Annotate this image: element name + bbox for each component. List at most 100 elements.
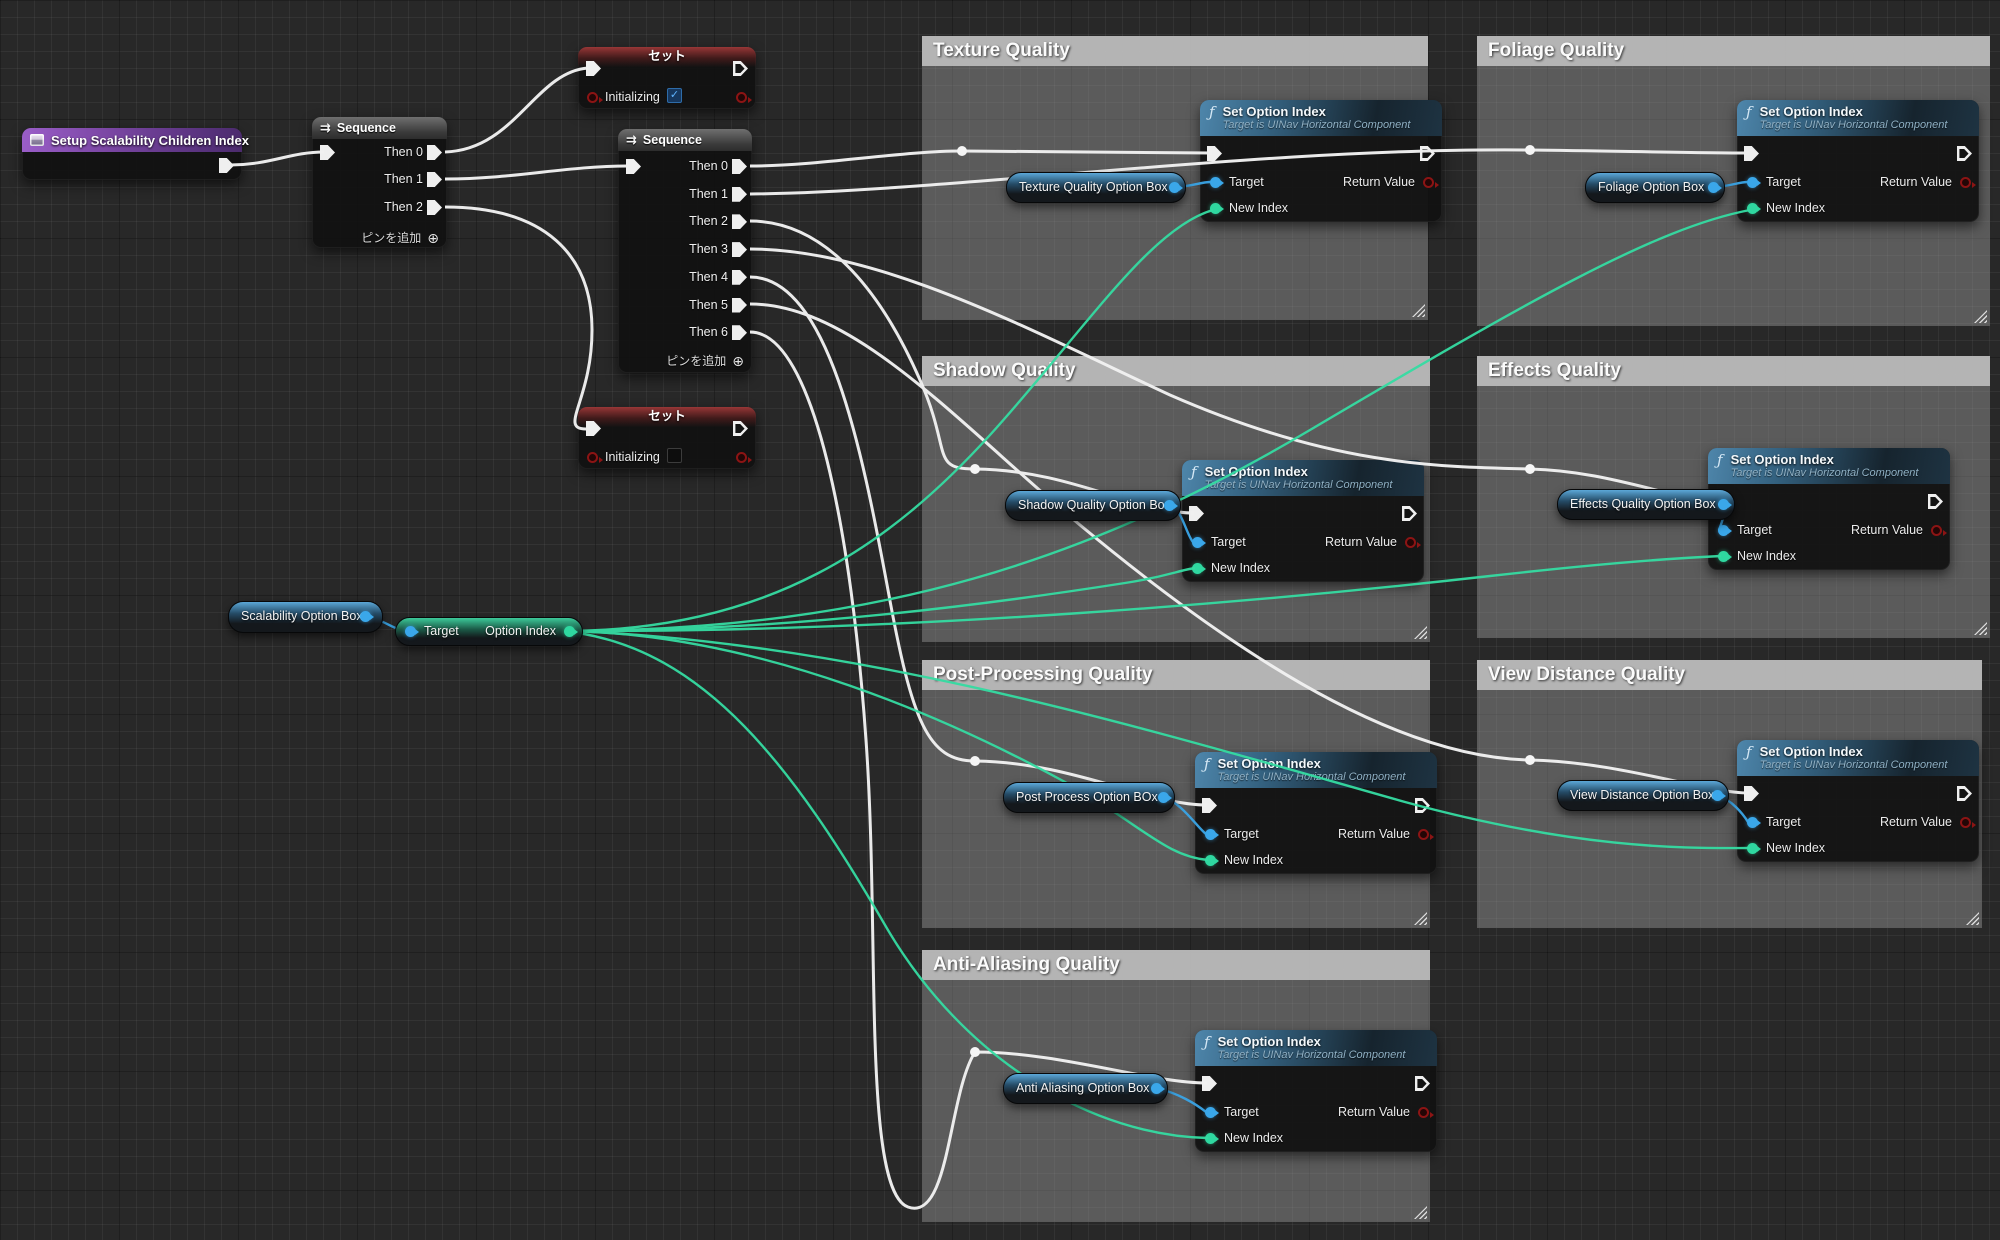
getter-shadow-quality-option-box[interactable]: Shadow Quality Option Box bbox=[1005, 490, 1181, 521]
return-value-pin[interactable] bbox=[1960, 817, 1971, 828]
bool-out-pin[interactable] bbox=[736, 92, 747, 103]
exec-out-pin[interactable] bbox=[1957, 146, 1972, 161]
object-out-pin[interactable] bbox=[1708, 182, 1719, 193]
object-out-pin[interactable] bbox=[1712, 790, 1723, 801]
target-in-pin[interactable] bbox=[1718, 525, 1729, 536]
initializing-checkbox[interactable]: ✓ bbox=[667, 88, 682, 103]
exec-in-pin[interactable] bbox=[1202, 1076, 1217, 1091]
return-value-pin[interactable] bbox=[1418, 1107, 1429, 1118]
new-index-in-pin[interactable] bbox=[1205, 855, 1216, 866]
exec-in-pin[interactable] bbox=[1207, 146, 1222, 161]
object-out-pin[interactable] bbox=[1158, 792, 1169, 803]
target-in-pin[interactable] bbox=[1747, 177, 1758, 188]
getter-foliage-option-box[interactable]: Foliage Option Box bbox=[1585, 172, 1725, 203]
exec-out-pin-then4[interactable] bbox=[732, 270, 747, 285]
resize-handle-icon[interactable] bbox=[1966, 912, 1979, 925]
return-value-pin[interactable] bbox=[1423, 177, 1434, 188]
comment-title[interactable]: Post-Processing Quality bbox=[922, 660, 1430, 690]
exec-in-pin[interactable] bbox=[1189, 506, 1204, 521]
return-value-pin[interactable] bbox=[1960, 177, 1971, 188]
comment-title[interactable]: Effects Quality bbox=[1477, 356, 1990, 386]
set-option-index-node-shadow[interactable]: ƒ Set Option Index Target is UINav Horiz… bbox=[1182, 460, 1424, 582]
exec-out-pin[interactable] bbox=[1420, 146, 1435, 161]
getter-anti-aliasing-option-box[interactable]: Anti Aliasing Option Box bbox=[1003, 1073, 1168, 1104]
exec-out-pin-then1[interactable] bbox=[427, 172, 442, 187]
object-out-pin[interactable] bbox=[1169, 182, 1180, 193]
exec-out-pin[interactable] bbox=[1415, 798, 1430, 813]
comment-title[interactable]: Anti-Aliasing Quality bbox=[922, 950, 1430, 980]
sequence-node-large[interactable]: ⇉ Sequence Then 0 Then 1 Then 2 Then 3 T… bbox=[618, 129, 752, 373]
getter-scalability-option-box[interactable]: Scalability Option Box bbox=[228, 601, 383, 633]
exec-in-pin[interactable] bbox=[1744, 146, 1759, 161]
target-in-pin[interactable] bbox=[1205, 1107, 1216, 1118]
target-in-pin[interactable] bbox=[1210, 177, 1221, 188]
resize-handle-icon[interactable] bbox=[1414, 1206, 1427, 1219]
exec-in-pin[interactable] bbox=[1744, 786, 1759, 801]
exec-out-pin-then5[interactable] bbox=[732, 298, 747, 313]
sequence-node-small[interactable]: ⇉ Sequence Then 0 Then 1 Then 2 ピンを追加 ⊕ bbox=[312, 117, 447, 248]
return-value-pin[interactable] bbox=[1405, 537, 1416, 548]
set-option-index-node-anti-aliasing[interactable]: ƒ Set Option Index Target is UINav Horiz… bbox=[1195, 1030, 1437, 1152]
add-pin-button[interactable]: ピンを追加 ⊕ bbox=[666, 352, 744, 369]
new-index-in-pin[interactable] bbox=[1747, 843, 1758, 854]
exec-out-pin-then2[interactable] bbox=[427, 200, 442, 215]
exec-out-pin-then0[interactable] bbox=[427, 145, 442, 160]
object-out-pin[interactable] bbox=[1164, 500, 1175, 511]
set-option-index-node-post-processing[interactable]: ƒ Set Option Index Target is UINav Horiz… bbox=[1195, 752, 1437, 874]
exec-in-pin[interactable] bbox=[626, 159, 641, 174]
comment-title[interactable]: View Distance Quality bbox=[1477, 660, 1982, 690]
exec-out-pin-then1[interactable] bbox=[732, 187, 747, 202]
exec-in-pin[interactable] bbox=[1202, 798, 1217, 813]
object-out-pin[interactable] bbox=[1151, 1083, 1162, 1094]
bool-in-pin[interactable] bbox=[587, 452, 598, 463]
exec-out-pin-then6[interactable] bbox=[732, 325, 747, 340]
return-value-pin[interactable] bbox=[1418, 829, 1429, 840]
set-node-initializing-false[interactable]: セット Initializing bbox=[578, 407, 756, 469]
exec-out-pin-then0[interactable] bbox=[732, 159, 747, 174]
comment-title[interactable]: Shadow Quality bbox=[922, 356, 1430, 386]
target-in-pin[interactable] bbox=[1747, 817, 1758, 828]
getter-effects-quality-option-box[interactable]: Effects Quality Option Box bbox=[1557, 489, 1735, 520]
bool-in-pin[interactable] bbox=[587, 92, 598, 103]
getter-post-process-option-box[interactable]: Post Process Option BOx bbox=[1003, 782, 1175, 813]
exec-out-pin[interactable] bbox=[1957, 786, 1972, 801]
resize-handle-icon[interactable] bbox=[1974, 310, 1987, 323]
resize-handle-icon[interactable] bbox=[1974, 622, 1987, 635]
bool-out-pin[interactable] bbox=[736, 452, 747, 463]
target-in-pin[interactable] bbox=[1192, 537, 1203, 548]
object-out-pin[interactable] bbox=[360, 611, 371, 622]
new-index-in-pin[interactable] bbox=[1205, 1133, 1216, 1144]
add-pin-button[interactable]: ピンを追加 ⊕ bbox=[361, 229, 439, 246]
set-option-index-node-texture[interactable]: ƒ Set Option Index Target is UINav Horiz… bbox=[1200, 100, 1442, 222]
exec-out-pin[interactable] bbox=[219, 158, 234, 173]
exec-out-pin-then2[interactable] bbox=[732, 214, 747, 229]
set-node-initializing-true[interactable]: セット Initializing ✓ bbox=[578, 47, 756, 109]
set-option-index-node-effects[interactable]: ƒ Set Option Index Target is UINav Horiz… bbox=[1708, 448, 1950, 570]
set-option-index-node-view-distance[interactable]: ƒ Set Option Index Target is UINav Horiz… bbox=[1737, 740, 1979, 862]
initializing-checkbox[interactable] bbox=[667, 448, 682, 463]
exec-out-pin[interactable] bbox=[1928, 494, 1943, 509]
new-index-in-pin[interactable] bbox=[1718, 551, 1729, 562]
blueprint-canvas[interactable]: Texture Quality Foliage Quality Shadow Q… bbox=[0, 0, 2000, 1240]
comment-title[interactable]: Foliage Quality bbox=[1477, 36, 1990, 66]
resize-handle-icon[interactable] bbox=[1414, 912, 1427, 925]
new-index-in-pin[interactable] bbox=[1192, 563, 1203, 574]
resize-handle-icon[interactable] bbox=[1412, 304, 1425, 317]
object-out-pin[interactable] bbox=[1718, 499, 1729, 510]
return-value-pin[interactable] bbox=[1931, 525, 1942, 536]
resize-handle-icon[interactable] bbox=[1414, 626, 1427, 639]
get-option-index-node[interactable]: Target Option Index bbox=[395, 617, 583, 646]
target-in-pin[interactable] bbox=[405, 626, 416, 637]
exec-out-pin[interactable] bbox=[1402, 506, 1417, 521]
target-in-pin[interactable] bbox=[1205, 829, 1216, 840]
new-index-in-pin[interactable] bbox=[1747, 203, 1758, 214]
getter-view-distance-option-box[interactable]: View Distance Option Box bbox=[1557, 780, 1729, 811]
getter-texture-quality-option-box[interactable]: Texture Quality Option Box bbox=[1006, 172, 1186, 203]
option-index-out-pin[interactable] bbox=[564, 626, 575, 637]
exec-out-pin-then3[interactable] bbox=[732, 242, 747, 257]
new-index-in-pin[interactable] bbox=[1210, 203, 1221, 214]
comment-title[interactable]: Texture Quality bbox=[922, 36, 1428, 66]
set-option-index-node-foliage[interactable]: ƒ Set Option Index Target is UINav Horiz… bbox=[1737, 100, 1979, 222]
exec-out-pin[interactable] bbox=[1415, 1076, 1430, 1091]
exec-in-pin[interactable] bbox=[320, 145, 335, 160]
